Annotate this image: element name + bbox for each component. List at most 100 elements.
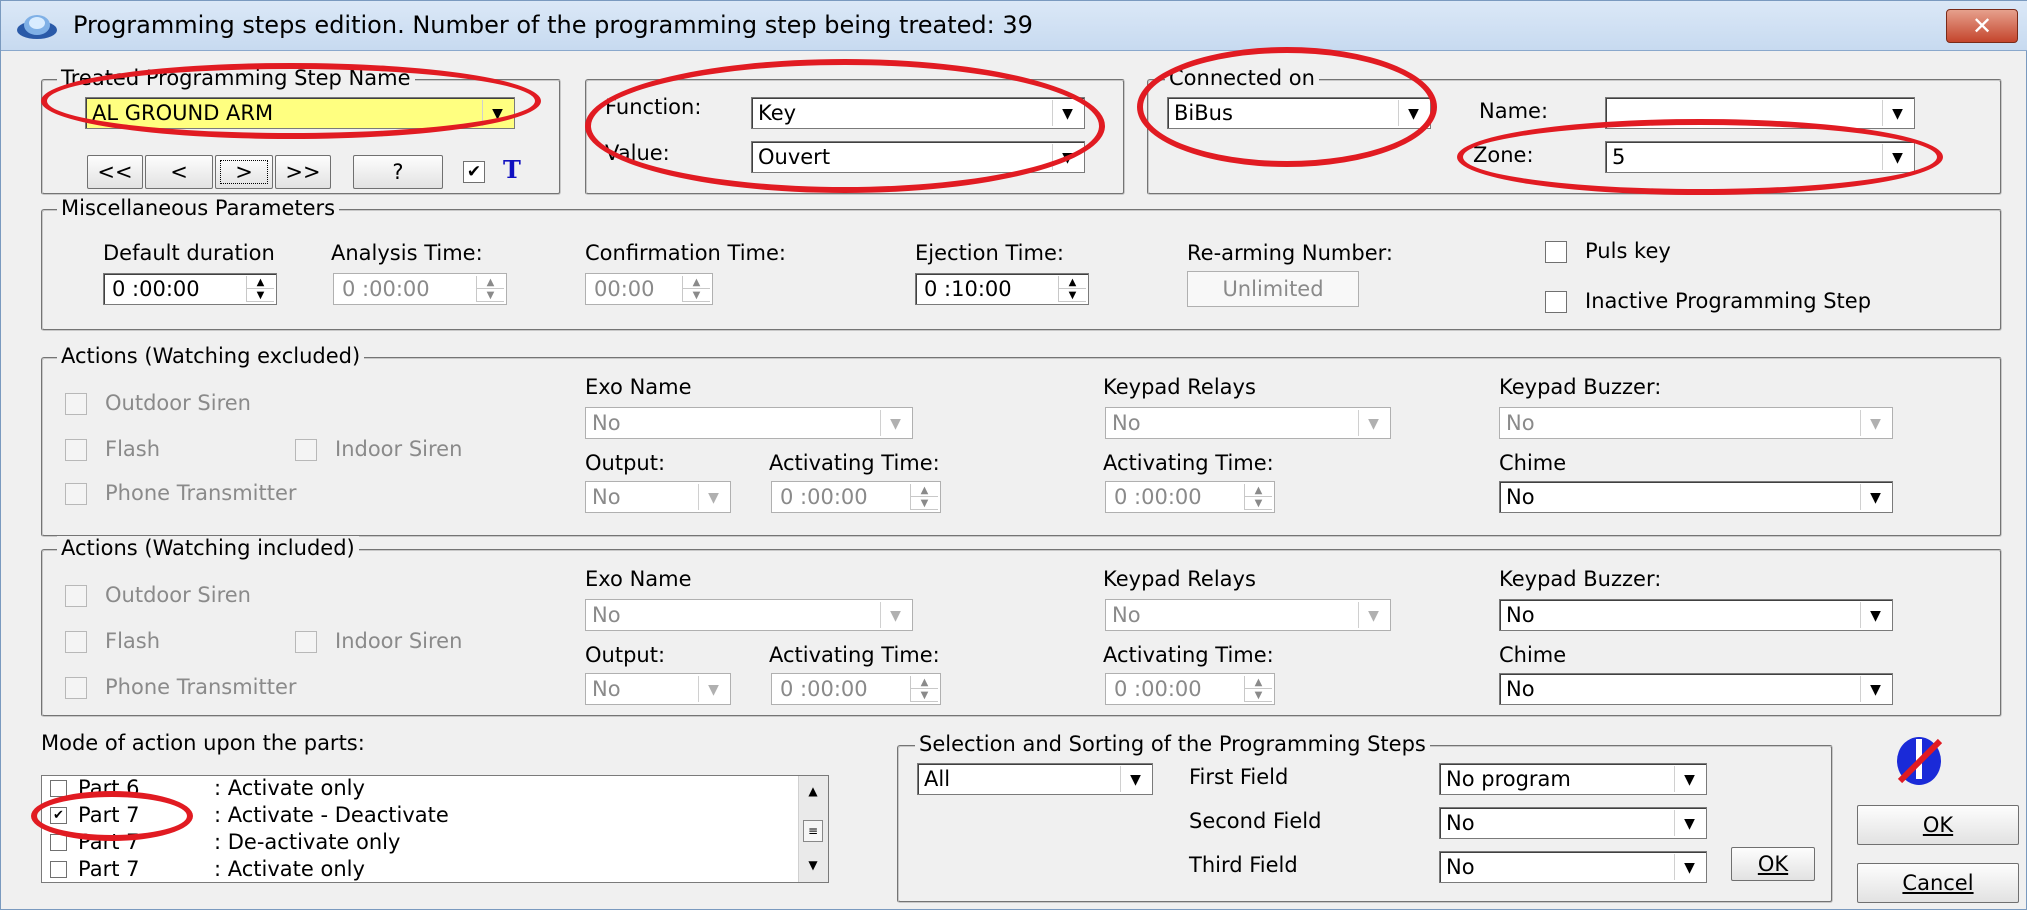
part-checkbox[interactable]: ✔ [50,807,67,824]
chevron-down-icon[interactable]: ▼ [1674,810,1704,836]
chevron-down-icon[interactable]: ▼ [1882,100,1912,126]
nav-first-button[interactable]: << [87,155,143,189]
keypad-buzzer-combo[interactable]: No ▼ [1499,599,1893,631]
scroll-thumb[interactable]: ≡ [803,820,823,842]
second-field-label: Second Field [1189,809,1322,833]
default-duration-value: 0 :00:00 [112,277,200,301]
phone-transmitter-label: Phone Transmitter [105,675,297,699]
first-field-combo[interactable]: No program ▼ [1439,763,1707,795]
flash-checkbox [65,631,87,653]
step-name-combo[interactable]: AL GROUND ARM ▼ [85,97,515,129]
t-option-checkbox[interactable]: ✔ [463,161,485,183]
rearming-number-label: Re-arming Number: [1187,241,1393,265]
chevron-down-icon[interactable]: ▼ [1398,100,1428,126]
analysis-time-label: Analysis Time: [331,241,483,265]
chime-combo[interactable]: No ▼ [1499,481,1893,513]
part-name: Part 6 [78,776,140,800]
keypad-activating-time-spinner: 0 :00:00 ▲ ▼ [1105,673,1275,705]
third-field-combo[interactable]: No ▼ [1439,851,1707,883]
default-duration-spinner[interactable]: 0 :00:00 ▲ ▼ [103,273,277,305]
chevron-down-icon: ▼ [880,602,910,628]
chevron-down-icon[interactable]: ▼ [1674,766,1704,792]
part-checkbox[interactable] [50,861,67,878]
flash-checkbox [65,439,87,461]
chevron-down-icon[interactable]: ▼ [1882,144,1912,170]
keypad-activating-time-value: 0 :00:00 [1114,485,1202,509]
rearming-number-value: Unlimited [1187,271,1359,307]
ejection-time-spinner[interactable]: 0 :10:00 ▲ ▼ [915,273,1089,305]
indoor-siren-checkbox [295,631,317,653]
chevron-down-icon: ▼ [880,410,910,436]
part-mode: : De-activate only [214,830,401,854]
nav-next-button[interactable]: > [215,155,273,189]
flash-label: Flash [105,437,161,461]
parts-scrollbar[interactable]: ▲ ≡ ▼ [798,776,828,882]
cancel-button[interactable]: Cancel [1857,863,2019,903]
chevron-down-icon[interactable]: ▼ [1120,766,1150,792]
zone-combo[interactable]: 5 ▼ [1605,141,1915,173]
chime-label: Chime [1499,451,1567,475]
selection-filter-combo[interactable]: All ▼ [917,763,1153,795]
chevron-down-icon[interactable]: ▼ [1860,602,1890,628]
close-button[interactable]: ✕ [1946,9,2018,43]
parts-list[interactable]: Part 6 : Activate only ✔ Part 7 : Activa… [41,775,829,883]
indoor-siren-label: Indoor Siren [335,437,463,461]
part-checkbox[interactable] [50,834,67,851]
zone-label: Zone: [1473,143,1534,167]
t-option-label: T [503,155,521,184]
keypad-buzzer-label: Keypad Buzzer: [1499,567,1662,591]
scroll-down-icon[interactable]: ▼ [799,858,827,872]
chevron-down-icon[interactable]: ▼ [1860,484,1890,510]
spinner-arrows-icon[interactable]: ▲ ▼ [246,276,274,302]
puls-key-label: Puls key [1585,239,1671,263]
chime-combo[interactable]: No ▼ [1499,673,1893,705]
bus-combo[interactable]: BiBus ▼ [1167,97,1431,129]
nav-last-button[interactable]: >> [275,155,331,189]
keypad-activating-time-label: Activating Time: [1103,451,1274,475]
spinner-arrows-icon: ▲ ▼ [910,484,938,510]
chevron-down-icon[interactable]: ▼ [1052,144,1082,170]
activating-time-label: Activating Time: [769,451,940,475]
info-icon[interactable] [1896,731,1942,787]
third-field-value: No [1446,855,1475,879]
indoor-siren-checkbox [295,439,317,461]
selection-filter-value: All [924,767,951,791]
function-combo[interactable]: Key ▼ [751,97,1085,129]
ejection-time-label: Ejection Time: [915,241,1064,265]
nav-previous-button[interactable]: < [145,155,213,189]
keypad-buzzer-label: Keypad Buzzer: [1499,375,1662,399]
list-item[interactable]: Part 7 : Activate only [42,857,790,882]
help-button[interactable]: ? [353,155,443,189]
scroll-up-icon[interactable]: ▲ [799,784,827,798]
chevron-down-icon: ▼ [698,676,728,702]
inactive-step-checkbox[interactable] [1545,291,1567,313]
output-label: Output: [585,451,666,475]
chime-label: Chime [1499,643,1567,667]
second-field-combo[interactable]: No ▼ [1439,807,1707,839]
list-item[interactable]: ✔ Part 7 : Activate - Deactivate [42,803,790,829]
list-item[interactable]: Part 6 : Activate only [42,776,790,802]
function-value: Key [758,101,797,125]
name-combo[interactable]: ▼ [1605,97,1915,129]
flash-label: Flash [105,629,161,653]
keypad-activating-time-spinner: 0 :00:00 ▲ ▼ [1105,481,1275,513]
chevron-down-icon[interactable]: ▼ [1860,676,1890,702]
part-checkbox[interactable] [50,780,67,797]
chevron-down-icon[interactable]: ▼ [482,100,512,126]
puls-key-checkbox[interactable] [1545,241,1567,263]
chevron-down-icon[interactable]: ▼ [1674,854,1704,880]
part-name: Part 7 [78,857,140,881]
phone-transmitter-checkbox [65,483,87,505]
actions-included-title: Actions (Watching included) [57,536,359,560]
zone-value: 5 [1612,145,1626,169]
value-combo[interactable]: Ouvert ▼ [751,141,1085,173]
selection-ok-button[interactable]: OK [1731,847,1815,881]
list-item[interactable]: Part 7 : De-activate only [42,830,790,856]
actions-excluded-title: Actions (Watching excluded) [57,344,365,368]
keypad-relays-value: No [1112,603,1141,627]
exo-name-value: No [592,411,621,435]
spinner-arrows-icon[interactable]: ▲ ▼ [1058,276,1086,302]
chevron-down-icon[interactable]: ▼ [1052,100,1082,126]
spinner-arrows-icon: ▲ ▼ [682,276,710,302]
ok-button[interactable]: OK [1857,805,2019,845]
